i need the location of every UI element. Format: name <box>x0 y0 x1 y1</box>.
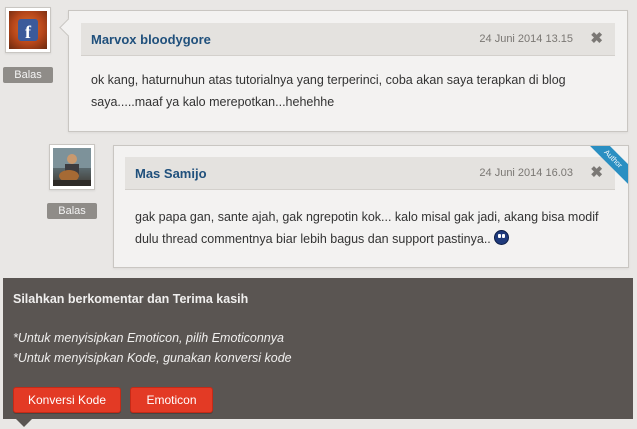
user-photo <box>53 148 91 186</box>
user-photo-icon <box>53 148 91 186</box>
convert-code-button[interactable]: Konversi Kode <box>13 387 121 413</box>
comment-text-body: gak papa gan, sante ajah, gak ngrepotin … <box>135 210 599 246</box>
facebook-avatar: f <box>9 11 47 49</box>
author-name[interactable]: Marvox bloodygore <box>91 32 211 47</box>
close-icon[interactable]: ✖ <box>590 29 603 47</box>
emoticon-note: *Untuk menyisipkan Emoticon, pilih Emoti… <box>13 331 284 345</box>
code-note: *Untuk menyisipkan Kode, gunakan konvers… <box>13 351 292 365</box>
author-name[interactable]: Mas Samijo <box>135 166 207 181</box>
avatar[interactable] <box>49 144 95 190</box>
comment-text: gak papa gan, sante ajah, gak ngrepotin … <box>135 206 605 250</box>
panel-pointer <box>16 419 32 427</box>
close-icon[interactable]: ✖ <box>590 163 603 181</box>
reply-button[interactable]: Balas <box>47 203 97 219</box>
comment-form: Silahkan berkomentar dan Terima kasih *U… <box>3 278 633 419</box>
comment-card: Marvox bloodygore 24 Juni 2014 13.15 ✖ o… <box>59 10 628 132</box>
comment-timestamp[interactable]: 24 Juni 2014 13.15 <box>479 33 573 45</box>
card-pointer <box>114 153 123 172</box>
comment-timestamp[interactable]: 24 Juni 2014 16.03 <box>479 167 573 179</box>
comment-text: ok kang, haturnuhun atas tutorialnya yan… <box>91 73 566 109</box>
comment-card: Mas Samijo 24 Juni 2014 16.03 ✖ Author g… <box>113 145 629 268</box>
avatar[interactable]: f <box>5 7 51 53</box>
emoticon-button[interactable]: Emoticon <box>130 387 213 413</box>
facebook-icon: f <box>18 19 38 41</box>
emoticon-icon <box>493 230 509 245</box>
card-pointer <box>59 18 78 37</box>
comment-header: Marvox bloodygore 24 Juni 2014 13.15 ✖ <box>81 23 615 56</box>
comment-header: Mas Samijo 24 Juni 2014 16.03 ✖ <box>125 157 615 190</box>
reply-button[interactable]: Balas <box>3 67 53 83</box>
form-title: Silahkan berkomentar dan Terima kasih <box>13 292 249 306</box>
